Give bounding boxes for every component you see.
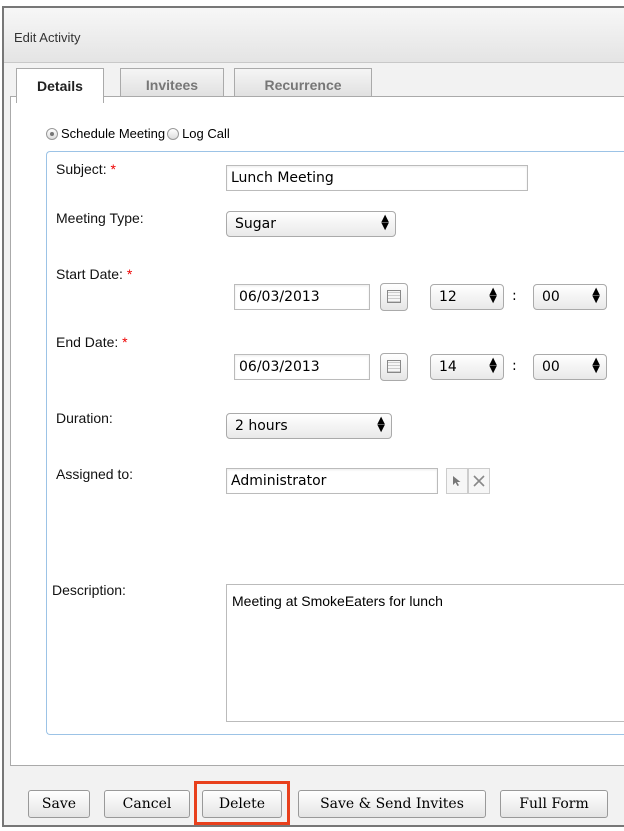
select-user-arrow-icon[interactable] xyxy=(446,468,468,494)
time-separator: : xyxy=(512,358,517,374)
required-marker: * xyxy=(122,334,128,350)
duration-value: 2 hours xyxy=(235,418,288,434)
assigned-to-label: Assigned to: xyxy=(56,466,134,482)
tab-invitees-label: Invitees xyxy=(145,77,199,93)
end-date-input[interactable] xyxy=(234,354,370,380)
start-hour-select[interactable]: 12 ▲ ▼ xyxy=(430,284,504,310)
select-arrows-icon: ▲ ▼ xyxy=(592,286,600,305)
end-date-label: End Date: * xyxy=(56,334,128,350)
select-arrows-icon: ▲ ▼ xyxy=(377,415,385,434)
cancel-button[interactable]: Cancel xyxy=(104,790,190,818)
subject-label: Subject: * xyxy=(56,161,116,177)
start-date-label: Start Date: * xyxy=(56,266,133,282)
select-arrows-icon: ▲ ▼ xyxy=(381,213,389,232)
tab-details[interactable]: Details xyxy=(16,68,104,103)
end-minute-select[interactable]: 00 ▲ ▼ xyxy=(533,354,607,380)
required-marker: * xyxy=(110,161,116,177)
meeting-type-value: Sugar xyxy=(235,216,276,232)
full-form-button[interactable]: Full Form xyxy=(500,790,608,818)
save-button[interactable]: Save xyxy=(28,790,90,818)
select-arrows-icon: ▲ ▼ xyxy=(592,356,600,375)
schedule-meeting-label: Schedule Meeting xyxy=(61,126,166,141)
log-call-label: Log Call xyxy=(182,126,230,141)
description-label: Description: xyxy=(52,582,126,598)
description-textarea[interactable]: Meeting at SmokeEaters for lunch xyxy=(226,584,624,722)
assigned-to-input[interactable] xyxy=(226,468,438,494)
delete-highlight-box xyxy=(194,781,290,825)
dialog-titlebar: Edit Activity xyxy=(4,8,624,63)
duration-select[interactable]: 2 hours ▲ ▼ xyxy=(226,413,392,439)
meeting-type-select[interactable]: Sugar ▲ ▼ xyxy=(226,211,396,237)
activity-type-radios: Schedule Meeting Log Call xyxy=(46,126,230,141)
tab-details-label: Details xyxy=(37,78,83,94)
calendar-icon[interactable] xyxy=(380,353,408,381)
select-arrows-icon: ▲ ▼ xyxy=(489,286,497,305)
dialog-title: Edit Activity xyxy=(14,30,81,45)
meeting-type-label: Meeting Type: xyxy=(56,210,144,226)
time-separator: : xyxy=(512,288,517,304)
select-arrows-icon: ▲ ▼ xyxy=(489,356,497,375)
start-date-input[interactable] xyxy=(234,284,370,310)
tab-recurrence-label: Recurrence xyxy=(264,77,342,93)
start-minute-select[interactable]: 00 ▲ ▼ xyxy=(533,284,607,310)
schedule-meeting-radio[interactable] xyxy=(46,127,58,140)
clear-user-icon[interactable] xyxy=(468,468,490,494)
subject-input[interactable] xyxy=(226,165,528,191)
log-call-radio[interactable] xyxy=(167,127,180,140)
calendar-icon[interactable] xyxy=(380,283,408,311)
duration-label: Duration: xyxy=(56,410,113,426)
save-send-invites-button[interactable]: Save & Send Invites xyxy=(298,790,486,818)
required-marker: * xyxy=(126,266,133,282)
end-hour-select[interactable]: 14 ▲ ▼ xyxy=(430,354,504,380)
